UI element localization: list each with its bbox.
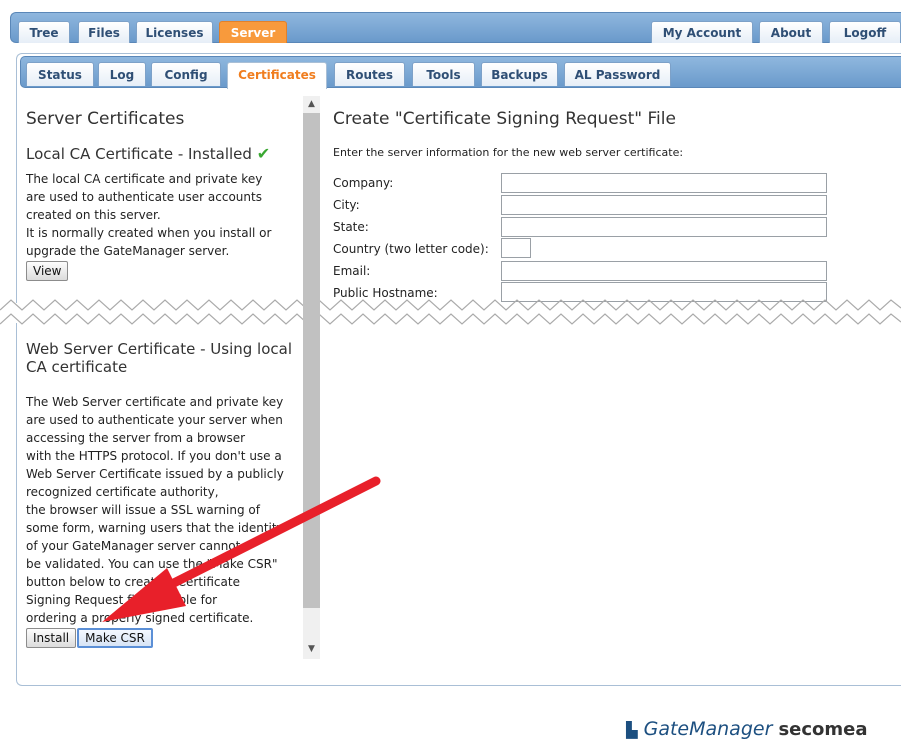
footer-logo: ▙ GateManager secomea <box>626 718 868 740</box>
vendor-name: secomea <box>778 719 868 740</box>
gatemanager-logo-icon: ▙ <box>626 721 638 739</box>
brand-name: GateManager <box>643 718 773 740</box>
annotation-arrow-icon <box>102 476 381 622</box>
